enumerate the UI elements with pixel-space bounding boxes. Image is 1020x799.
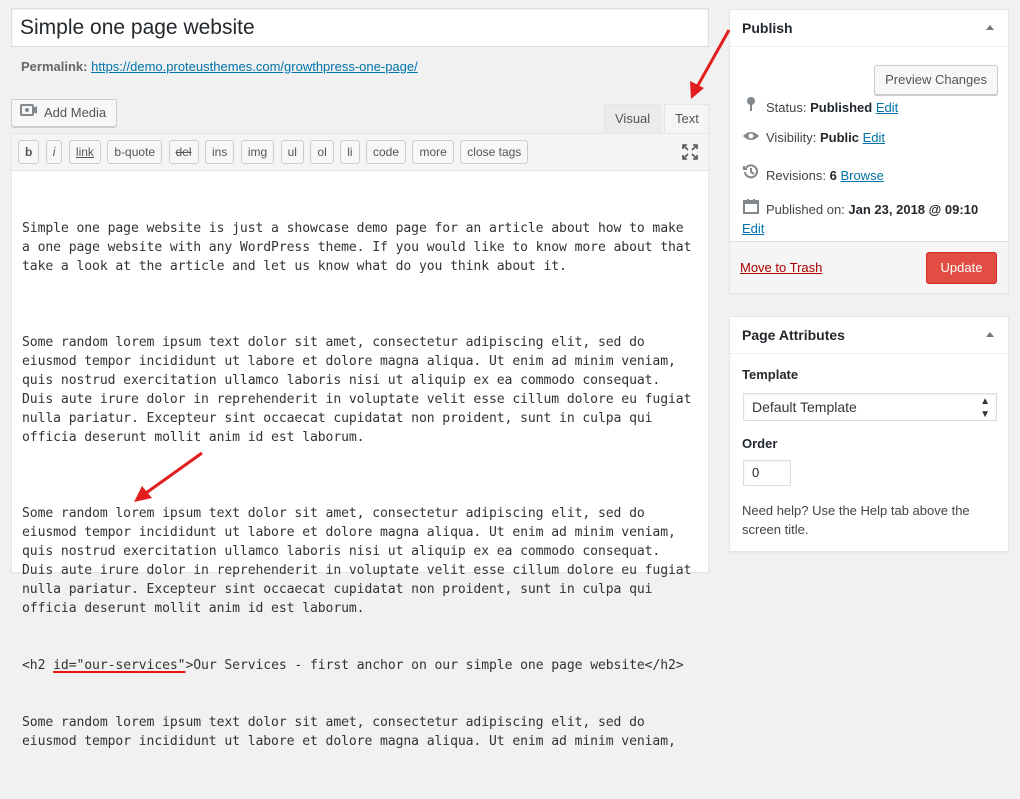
status-value: Published <box>810 100 873 115</box>
revisions-value: 6 <box>829 168 837 183</box>
visibility-value: Public <box>819 130 859 145</box>
collapse-arrow-icon[interactable] <box>986 332 994 337</box>
revisions-browse-link[interactable]: Browse <box>840 168 883 183</box>
move-to-trash-link[interactable]: Move to Trash <box>740 260 822 275</box>
permalink-link[interactable]: https://demo.proteusthemes.com/growthpre… <box>91 59 418 74</box>
add-media-button[interactable]: Add Media <box>11 99 118 127</box>
qt-link-button[interactable]: link <box>68 140 101 164</box>
template-label: Template <box>742 367 799 382</box>
publish-box: Publish Preview Changes Status: Publishe… <box>729 9 1009 294</box>
select-arrows-icon: ▲ ▼ <box>980 396 990 420</box>
qt-li-button[interactable]: li <box>340 140 360 164</box>
permalink-label: Permalink: <box>21 59 88 74</box>
status-edit-link[interactable]: Edit <box>876 100 898 115</box>
qt-del-button[interactable]: del <box>168 140 199 164</box>
content-paragraph: Simple one page website is just a showca… <box>22 221 692 274</box>
qt-italic-button[interactable]: i <box>45 140 63 164</box>
post-title-input[interactable]: Simple one page website <box>11 8 709 47</box>
page-attributes-header[interactable]: Page Attributes <box>730 317 1008 354</box>
order-input[interactable]: 0 <box>743 460 791 486</box>
fullscreen-icon[interactable] <box>682 144 698 165</box>
add-media-label: Add Media <box>44 105 107 120</box>
qt-ol-button[interactable]: ol <box>310 140 334 164</box>
anchor-id-attribute: id="our-services" <box>53 658 186 673</box>
history-icon <box>742 164 760 183</box>
content-paragraph: Some random lorem ipsum text dolor sit a… <box>22 715 676 749</box>
qt-ul-button[interactable]: ul <box>280 140 304 164</box>
tab-visual[interactable]: Visual <box>604 104 662 133</box>
preview-changes-button[interactable]: Preview Changes <box>874 65 998 95</box>
published-edit-link[interactable]: Edit <box>742 221 764 236</box>
qt-img-button[interactable]: img <box>240 140 275 164</box>
qt-ins-button[interactable]: ins <box>205 140 235 164</box>
template-selected-value: Default Template <box>752 399 857 415</box>
editor-textarea[interactable]: Simple one page website is just a showca… <box>12 171 708 799</box>
calendar-icon <box>742 198 760 219</box>
publish-actions: Move to Trash Update <box>730 241 1008 293</box>
visibility-row: Visibility: Public Edit <box>742 130 885 145</box>
content-paragraph: Some random lorem ipsum text dolor sit a… <box>22 506 692 616</box>
eye-icon <box>742 130 760 145</box>
page-attributes-title: Page Attributes <box>742 327 845 343</box>
quicktags-toolbar: b i link b-quote del ins img ul ol li co… <box>12 134 708 171</box>
publish-box-header[interactable]: Publish <box>730 10 1008 47</box>
qt-close-tags-button[interactable]: close tags <box>460 140 529 164</box>
order-label: Order <box>742 436 778 451</box>
page-attributes-box: Page Attributes Template Default Templat… <box>729 316 1009 552</box>
publish-title: Publish <box>742 20 793 36</box>
pin-icon <box>742 96 760 115</box>
template-select[interactable]: Default Template ▲ ▼ <box>743 393 997 421</box>
media-camera-icon <box>20 101 38 127</box>
qt-more-button[interactable]: more <box>412 140 454 164</box>
permalink: Permalink: https://demo.proteusthemes.co… <box>21 59 418 74</box>
revisions-row: Revisions: 6 Browse <box>742 164 884 183</box>
visibility-edit-link[interactable]: Edit <box>863 130 885 145</box>
qt-blockquote-button[interactable]: b-quote <box>107 140 163 164</box>
update-button[interactable]: Update <box>926 252 997 284</box>
text-editor: b i link b-quote del ins img ul ol li co… <box>11 133 709 749</box>
help-text: Need help? Use the Help tab above the sc… <box>742 503 970 537</box>
content-paragraph: Some random lorem ipsum text dolor sit a… <box>22 335 692 445</box>
h2-anchor-line: <h2 id="our-services">Our Services - fir… <box>22 658 684 673</box>
status-row: Status: Published Edit <box>742 96 898 115</box>
qt-code-button[interactable]: code <box>366 140 407 164</box>
collapse-arrow-icon[interactable] <box>986 25 994 30</box>
published-on-row: Published on: Jan 23, 2018 @ 09:10 Edit <box>742 198 1002 238</box>
published-value: Jan 23, 2018 @ 09:10 <box>848 202 979 217</box>
qt-bold-button[interactable]: b <box>18 140 40 164</box>
tab-text[interactable]: Text <box>664 104 709 133</box>
